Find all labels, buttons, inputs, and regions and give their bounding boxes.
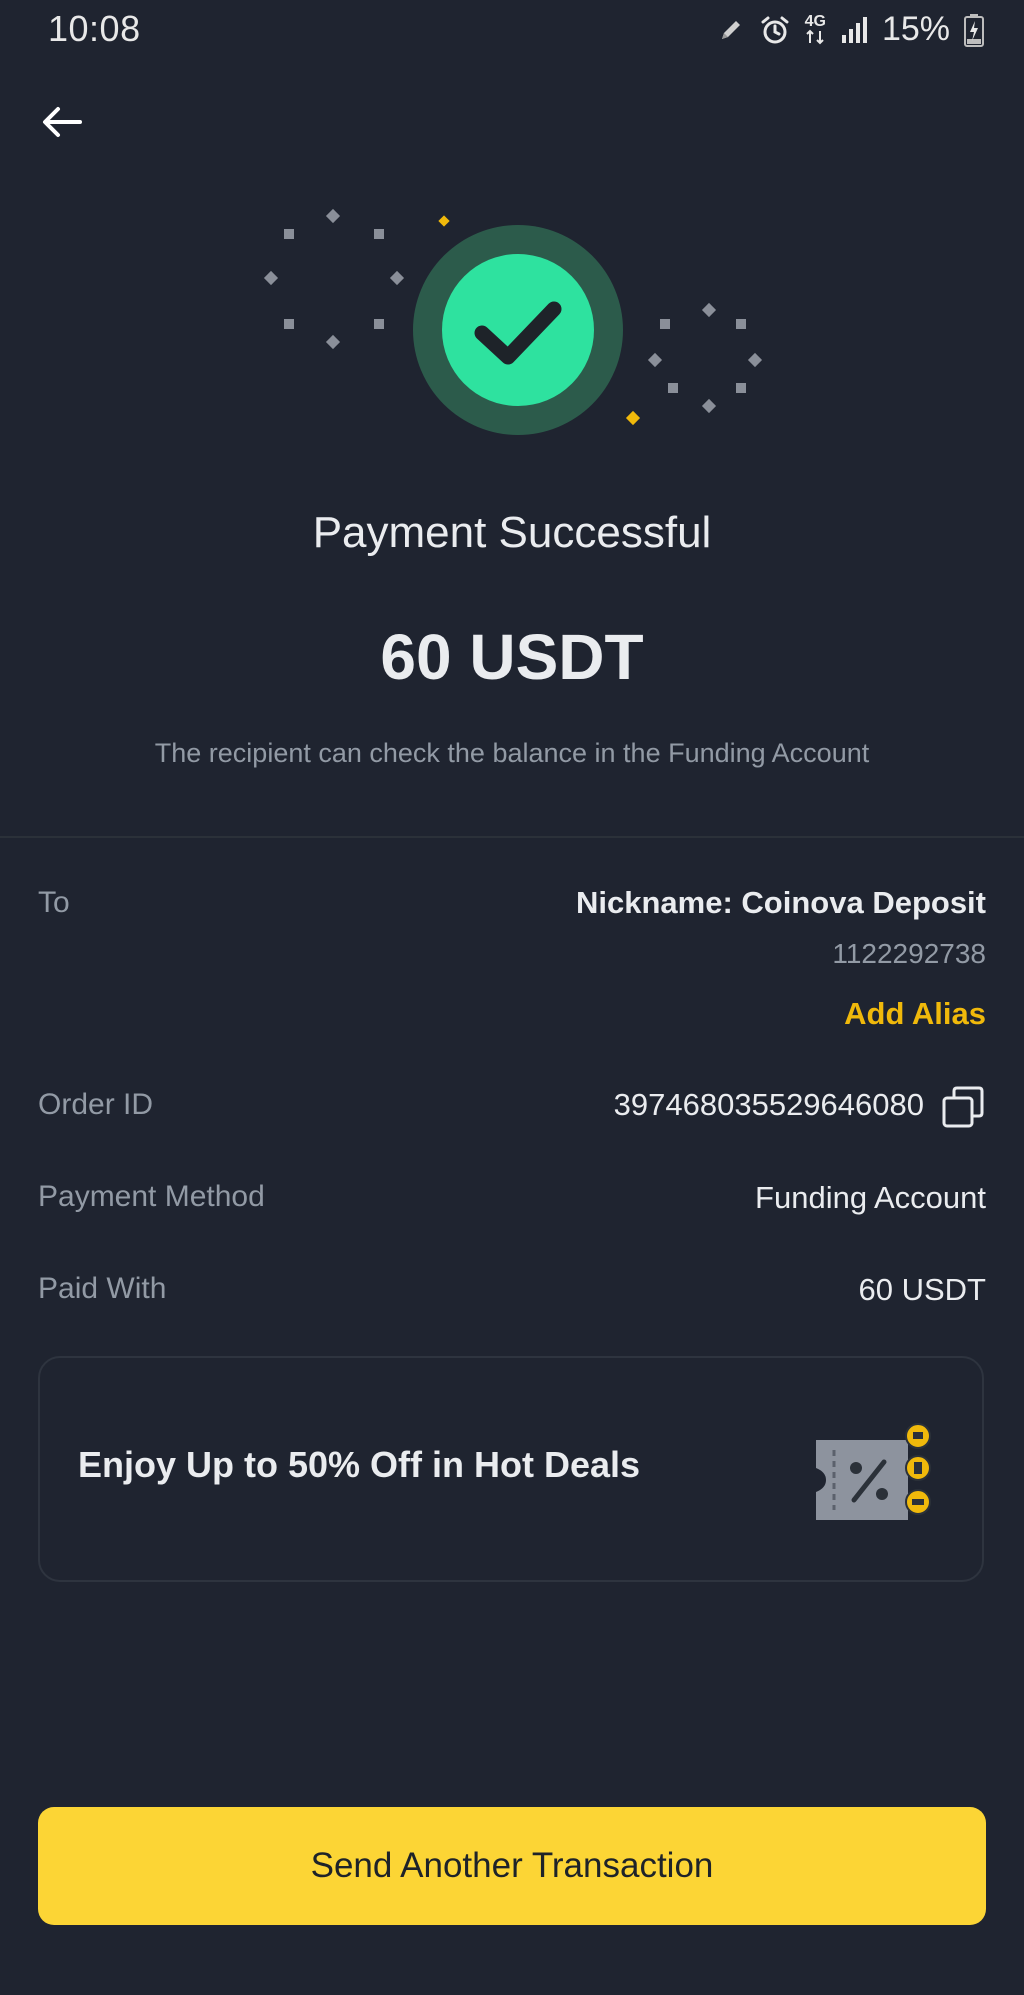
arrow-left-icon xyxy=(43,107,82,137)
network-4g-icon: 4G xyxy=(804,12,826,45)
network-label: 4G xyxy=(804,12,826,30)
order-id-label: Order ID xyxy=(38,1088,154,1121)
status-bar: 10:08 4G 15% xyxy=(0,0,1024,64)
copy-icon xyxy=(942,1086,984,1128)
payment-amount: 60 USDT xyxy=(380,621,644,693)
alarm-icon xyxy=(759,14,791,46)
payment-subtitle: The recipient can check the balance in t… xyxy=(154,738,870,768)
send-another-transaction-button[interactable]: Send Another Transaction xyxy=(38,1807,986,1925)
recipient-nickname: Nickname: Coinova Deposit xyxy=(576,885,986,920)
signal-icon xyxy=(840,15,868,45)
payment-method-label: Payment Method xyxy=(38,1180,265,1213)
check-circle-icon xyxy=(413,225,623,435)
decor-sparkle xyxy=(625,410,641,426)
paid-with-value: 60 USDT xyxy=(858,1272,986,1307)
payment-success-screen: 10:08 4G 15% Payment Successful 60 USDT … xyxy=(0,0,1024,1995)
copy-order-id-button[interactable] xyxy=(940,1084,986,1130)
status-time: 10:08 xyxy=(48,8,141,49)
decor-dots-right xyxy=(647,302,763,414)
order-id-value: 397468035529646080 xyxy=(613,1087,924,1122)
add-alias-link[interactable]: Add Alias xyxy=(844,996,986,1032)
to-label: To xyxy=(38,886,70,919)
hot-deals-promo-card[interactable]: Enjoy Up to 50% Off in Hot Deals xyxy=(38,1356,984,1582)
battery-text: 15% xyxy=(881,10,950,48)
page-title: Payment Successful xyxy=(312,508,712,557)
divider xyxy=(0,836,1024,838)
payment-method-value: Funding Account xyxy=(755,1180,986,1215)
status-icons: 4G 15% xyxy=(717,10,984,49)
paid-with-label: Paid With xyxy=(38,1272,167,1305)
recipient-id: 1122292738 xyxy=(832,938,986,969)
coin-stack xyxy=(905,1423,931,1515)
decor-sparkle xyxy=(438,215,450,227)
pen-icon xyxy=(717,16,745,44)
coupon-percent-icon xyxy=(816,1423,931,1520)
promo-text: Enjoy Up to 50% Off in Hot Deals xyxy=(78,1444,641,1485)
battery-charging-icon xyxy=(964,13,984,47)
decor-dots-left xyxy=(263,208,405,350)
success-illustration xyxy=(263,208,763,435)
back-button[interactable] xyxy=(36,96,88,148)
